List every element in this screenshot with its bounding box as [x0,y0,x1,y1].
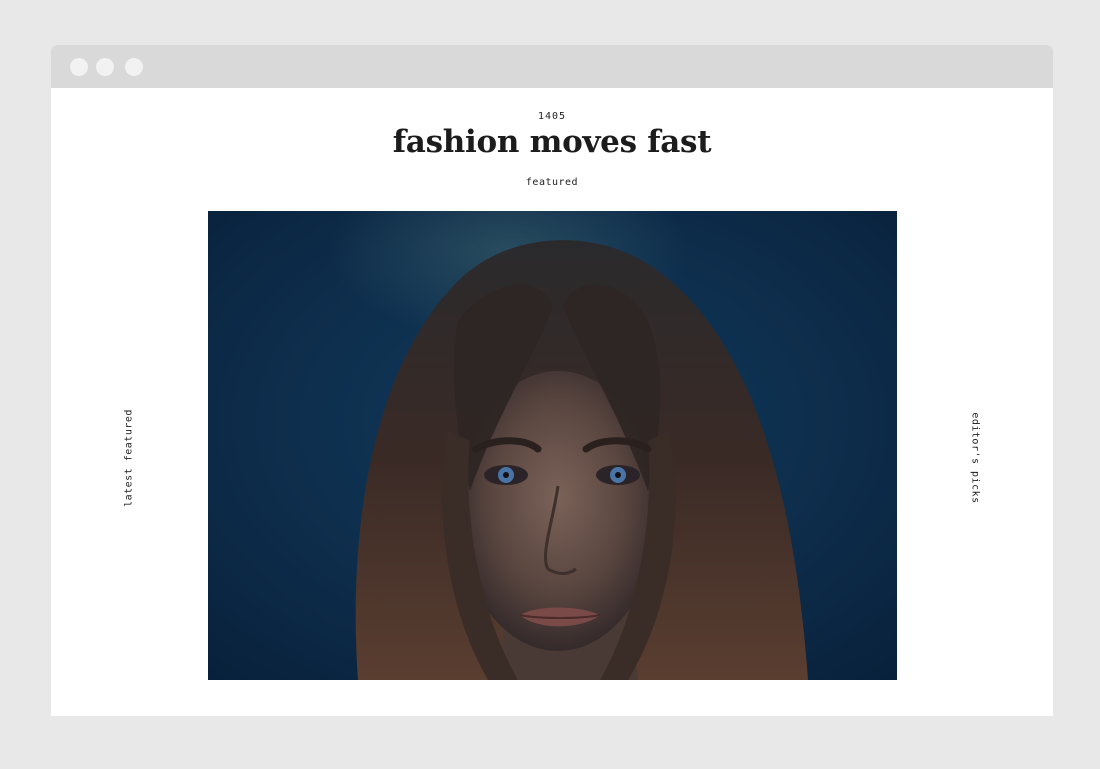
window-maximize-dot[interactable] [125,58,143,76]
page-content: 1405 fashion moves fast featured latest … [51,88,1053,716]
issue-number: 1405 [537,111,567,122]
latest-featured-link[interactable]: latest featured [124,409,135,507]
editors-picks-link[interactable]: editor's picks [970,412,981,503]
portrait-illustration [208,211,897,680]
window-close-dot[interactable] [70,58,88,76]
browser-title-bar [51,45,1053,88]
window-minimize-dot[interactable] [96,58,114,76]
category-link[interactable]: featured [51,177,1053,188]
hero-image[interactable] [208,211,897,680]
browser-window: 1405 fashion moves fast featured latest … [51,45,1053,716]
article-title[interactable]: fashion moves fast [51,124,1053,160]
